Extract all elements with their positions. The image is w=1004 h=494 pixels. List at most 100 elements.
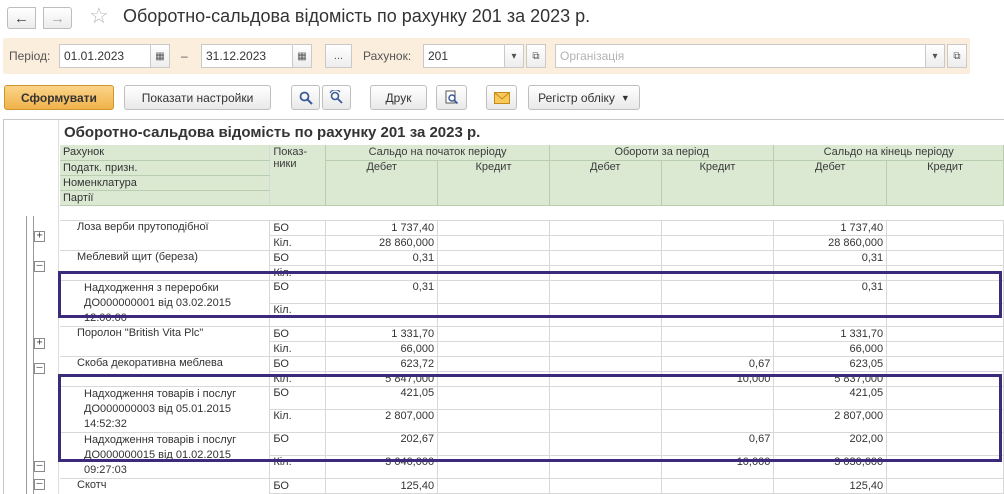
closing-credit-cell — [886, 356, 1004, 372]
indicator-cell: БО — [269, 250, 327, 266]
header-turnover: Обороти за період — [549, 145, 775, 161]
header-opening-balance: Сальдо на початок періоду — [325, 145, 550, 161]
calendar-from-button[interactable]: ▦ — [150, 44, 170, 68]
header-closing-debit: Дебет — [773, 160, 888, 206]
account-open-button[interactable]: ⧉ — [526, 44, 546, 68]
table-row[interactable]: Скоба декоративна меблева БО 623,72 0,67 623… — [60, 356, 1004, 387]
turnover-credit-cell — [661, 220, 775, 236]
turnover-debit-cell — [549, 250, 662, 266]
opening-credit-cell — [437, 341, 550, 357]
closing-debit-cell: 1 331,70 — [773, 326, 888, 342]
closing-credit-cell — [886, 235, 1004, 251]
spacer-row — [60, 205, 1004, 221]
header-closing-credit: Кредит — [886, 160, 1004, 206]
table-row[interactable]: Скотч БО 125,40 125,40 — [60, 478, 1004, 494]
opening-debit-cell: 28 860,000 — [325, 235, 439, 251]
back-button[interactable]: ← — [7, 7, 36, 29]
collapse-button[interactable]: – — [34, 479, 45, 490]
calendar-icon: ▦ — [155, 50, 165, 62]
turnover-debit-cell — [549, 356, 662, 372]
opening-debit-cell: 623,72 — [325, 356, 439, 372]
opening-debit-cell: 1 737,40 — [325, 220, 439, 236]
closing-debit-cell: 28 860,000 — [773, 235, 888, 251]
generate-button[interactable]: Сформувати — [4, 85, 114, 110]
print-button[interactable]: Друк — [370, 85, 427, 110]
forward-button[interactable]: → — [43, 7, 72, 29]
turnover-debit-cell — [549, 326, 662, 342]
opening-credit-cell — [437, 478, 550, 494]
refresh-search-button[interactable] — [322, 85, 351, 110]
account-dropdown-button[interactable]: ▾ — [504, 44, 524, 68]
collapse-button[interactable]: – — [34, 261, 45, 272]
chevron-down-icon: ▾ — [932, 50, 938, 62]
register-button[interactable]: Регістр обліку ▼ — [528, 85, 640, 110]
indicator-cell: БО — [269, 356, 327, 372]
header-indicators: Показ-ники — [269, 145, 327, 206]
search-icon — [299, 91, 313, 105]
star-icon[interactable]: ☆ — [89, 4, 109, 28]
indicator-cell: Кіл. — [269, 235, 327, 251]
closing-debit-cell: 0,31 — [773, 250, 888, 266]
closing-debit-cell: 66,000 — [773, 341, 888, 357]
opening-credit-cell — [437, 356, 550, 372]
header-opening-credit: Кредит — [437, 160, 550, 206]
email-button[interactable] — [486, 85, 517, 110]
opening-debit-cell: 66,000 — [325, 341, 439, 357]
show-settings-button[interactable]: Показати настройки — [124, 85, 271, 110]
turnover-debit-cell — [549, 478, 662, 494]
nomenclature-cell[interactable]: Скотч — [60, 478, 271, 494]
closing-debit-cell: 125,40 — [773, 478, 888, 494]
turnover-debit-cell — [549, 341, 662, 357]
table-row[interactable]: Поролон "British Vita Plc" БО 1 331,70 1 33… — [60, 326, 1004, 357]
preview-button[interactable] — [436, 85, 467, 110]
header-account: Рахунок — [60, 145, 271, 161]
account-label: Рахунок: — [363, 49, 412, 63]
organization-open-button[interactable]: ⧉ — [947, 44, 967, 68]
refresh-search-icon — [329, 90, 343, 104]
account-field[interactable]: 201 — [423, 44, 505, 68]
organization-dropdown-button[interactable]: ▾ — [925, 44, 945, 68]
nomenclature-cell[interactable]: Поролон "British Vita Plc" — [60, 326, 271, 357]
title-bar: ← → ☆ Оборотно-сальдова відомість по рах… — [0, 0, 1004, 36]
table-row[interactable]: Меблевий щит (береза) БО 0,31 0,31 — [60, 250, 1004, 281]
window-title: Оборотно-сальдова відомість по рахунку 2… — [123, 6, 591, 26]
turnover-credit-cell: 0,67 — [661, 356, 775, 372]
nomenclature-cell[interactable]: Лоза верби прутоподібної — [60, 220, 271, 251]
opening-credit-cell — [437, 235, 550, 251]
opening-debit-cell: 1 331,70 — [325, 326, 439, 342]
turnover-credit-cell — [661, 341, 775, 357]
closing-debit-cell: 623,05 — [773, 356, 888, 372]
date-to-field[interactable]: 31.12.2023 — [201, 44, 293, 68]
indicator-cell: Кіл. — [269, 341, 327, 357]
calendar-to-button[interactable]: ▦ — [292, 44, 312, 68]
organization-placeholder: Організація — [560, 49, 625, 63]
organization-field[interactable]: Організація — [555, 44, 926, 68]
indicator-cell: БО — [269, 220, 327, 236]
report-area[interactable]: + – + – – – Оборотно-сальдова відомість … — [3, 119, 1004, 494]
turnover-debit-cell — [549, 235, 662, 251]
expand-button[interactable]: + — [34, 338, 45, 349]
expand-button[interactable]: + — [34, 231, 45, 242]
tree-line — [33, 216, 34, 494]
register-label: Регістр обліку — [538, 90, 615, 105]
period-select-button[interactable]: ... — [325, 44, 352, 68]
header-batches: Партії — [60, 190, 271, 206]
header-turnover-credit: Кредит — [661, 160, 775, 206]
mail-icon — [493, 91, 510, 104]
search-button[interactable] — [291, 85, 320, 110]
period-dash: – — [181, 49, 188, 63]
open-icon: ⧉ — [532, 50, 540, 62]
turnover-credit-cell — [661, 326, 775, 342]
calendar-icon: ▦ — [297, 50, 307, 62]
highlight-box — [58, 271, 1002, 318]
collapse-button[interactable]: – — [34, 363, 45, 374]
period-label: Період: — [9, 49, 51, 63]
closing-debit-cell: 1 737,40 — [773, 220, 888, 236]
tree-gutter — [4, 120, 59, 494]
turnover-credit-cell — [661, 235, 775, 251]
table-row[interactable]: Лоза верби прутоподібної БО 1 737,40 1 737,… — [60, 220, 1004, 251]
highlight-box — [58, 374, 1002, 462]
collapse-button[interactable]: – — [34, 461, 45, 472]
date-from-field[interactable]: 01.01.2023 — [59, 44, 151, 68]
turnover-debit-cell — [549, 220, 662, 236]
